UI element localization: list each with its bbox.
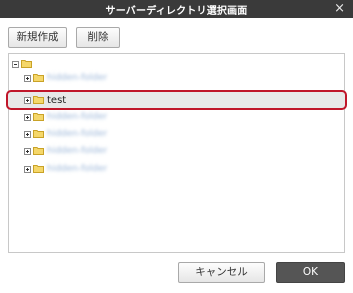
folder-icon <box>33 96 44 104</box>
expand-toggle-icon[interactable] <box>24 74 31 82</box>
ok-button[interactable]: OK <box>276 262 345 283</box>
collapse-toggle-icon[interactable] <box>12 60 19 68</box>
dialog-titlebar: サーバーディレクトリ選択画面 × <box>0 0 353 18</box>
tree-item-label: hidden-folder <box>47 164 108 174</box>
folder-icon <box>33 147 44 155</box>
tree-item-label: hidden-folder <box>47 112 107 122</box>
tree-item[interactable]: hidden-folder <box>24 144 107 158</box>
expand-toggle-icon[interactable] <box>24 147 31 155</box>
tree-root[interactable] <box>12 57 35 71</box>
new-folder-button[interactable]: 新規作成 <box>8 27 67 48</box>
delete-button[interactable]: 削除 <box>76 27 120 48</box>
expand-toggle-icon[interactable] <box>24 96 31 104</box>
folder-open-icon <box>21 60 32 68</box>
dialog-title: サーバーディレクトリ選択画面 <box>105 6 248 17</box>
folder-icon <box>33 113 44 121</box>
expand-toggle-icon[interactable] <box>24 165 31 173</box>
expand-toggle-icon[interactable] <box>24 113 31 121</box>
tree-item-label: test <box>47 94 67 106</box>
tree-item[interactable]: hidden-folder <box>24 71 108 85</box>
tree-item[interactable]: hidden-folder <box>24 127 107 141</box>
folder-icon <box>33 165 44 173</box>
folder-icon <box>33 74 44 82</box>
cancel-button[interactable]: キャンセル <box>178 262 265 283</box>
folder-icon <box>33 130 44 138</box>
tree-item-label: hidden-folder <box>47 73 108 83</box>
tree-item-test[interactable]: test <box>24 93 66 107</box>
close-icon[interactable]: × <box>334 1 345 17</box>
tree-item-label: hidden-folder <box>47 129 107 139</box>
tree-item-label: hidden-folder <box>47 146 107 156</box>
expand-toggle-icon[interactable] <box>24 130 31 138</box>
tree-item[interactable]: hidden-folder <box>24 162 108 176</box>
tree-item[interactable]: hidden-folder <box>24 110 107 124</box>
